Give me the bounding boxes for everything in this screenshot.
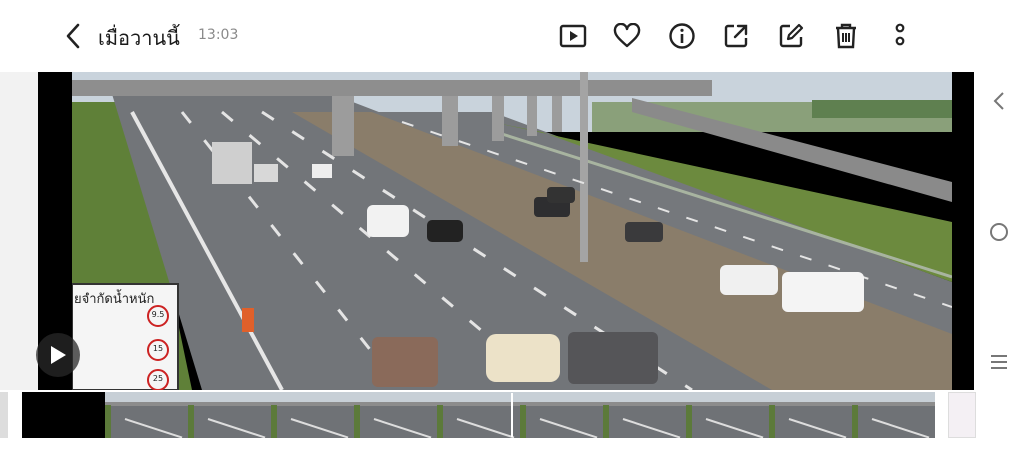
sign-value: 15 bbox=[152, 344, 164, 353]
play-video-icon bbox=[559, 24, 587, 48]
filmstrip-frame bbox=[603, 392, 686, 438]
filmstrip-frames[interactable] bbox=[22, 392, 935, 438]
video-filmstrip[interactable] bbox=[0, 391, 1024, 439]
filmstrip-frame bbox=[271, 392, 354, 438]
details-button[interactable] bbox=[666, 20, 698, 52]
nav-back-button[interactable] bbox=[986, 88, 1012, 114]
weight-limit-sign-text: ยจำกัดน้ำหนัก bbox=[74, 292, 155, 307]
filmstrip-frame bbox=[852, 392, 935, 438]
info-icon bbox=[669, 23, 695, 49]
share-button[interactable] bbox=[720, 20, 752, 52]
filmstrip-frame bbox=[105, 392, 188, 438]
nav-home-button[interactable] bbox=[986, 219, 1012, 245]
filmstrip-frame bbox=[354, 392, 437, 438]
filmstrip-playhead[interactable] bbox=[511, 393, 513, 437]
share-icon bbox=[724, 24, 748, 48]
home-icon bbox=[990, 223, 1008, 241]
filmstrip-frame bbox=[22, 392, 105, 438]
delete-button[interactable] bbox=[830, 20, 862, 52]
back-button[interactable] bbox=[58, 20, 88, 52]
filmstrip-frame bbox=[769, 392, 852, 438]
more-icon bbox=[895, 23, 905, 46]
page-title: เมื่อวานนี้ bbox=[98, 26, 180, 50]
edit-button[interactable] bbox=[775, 20, 807, 52]
recent-apps-icon bbox=[991, 355, 1007, 369]
filmstrip-frame bbox=[437, 392, 520, 438]
traffic-scene-image bbox=[72, 72, 952, 390]
heart-icon bbox=[613, 23, 641, 48]
timestamp: 13:03 bbox=[198, 27, 239, 43]
play-video-button[interactable] bbox=[557, 20, 589, 52]
trash-icon bbox=[836, 23, 856, 49]
edit-icon bbox=[779, 23, 804, 48]
top-bar: เมื่อวานนี้ 13:03 bbox=[0, 0, 1024, 72]
video-viewer[interactable]: ยจำกัดน้ำหนัก 9.5 15 25 bbox=[38, 72, 974, 390]
filmstrip-frame bbox=[188, 392, 271, 438]
previous-media-edge bbox=[0, 72, 38, 390]
play-button[interactable] bbox=[36, 333, 80, 377]
back-nav-icon bbox=[993, 92, 1004, 110]
favorite-button[interactable] bbox=[611, 20, 643, 52]
video-frame: ยจำกัดน้ำหนัก 9.5 15 25 bbox=[72, 72, 952, 390]
nav-recents-button[interactable] bbox=[986, 349, 1012, 375]
sign-value: 25 bbox=[152, 374, 164, 383]
back-icon bbox=[66, 23, 80, 49]
play-icon bbox=[51, 346, 66, 364]
sign-value: 9.5 bbox=[151, 310, 165, 319]
next-thumbnail[interactable] bbox=[948, 392, 976, 438]
more-options-button[interactable] bbox=[884, 20, 916, 52]
filmstrip-frame bbox=[520, 392, 603, 438]
previous-thumbnail[interactable] bbox=[0, 392, 8, 438]
filmstrip-frame bbox=[686, 392, 769, 438]
